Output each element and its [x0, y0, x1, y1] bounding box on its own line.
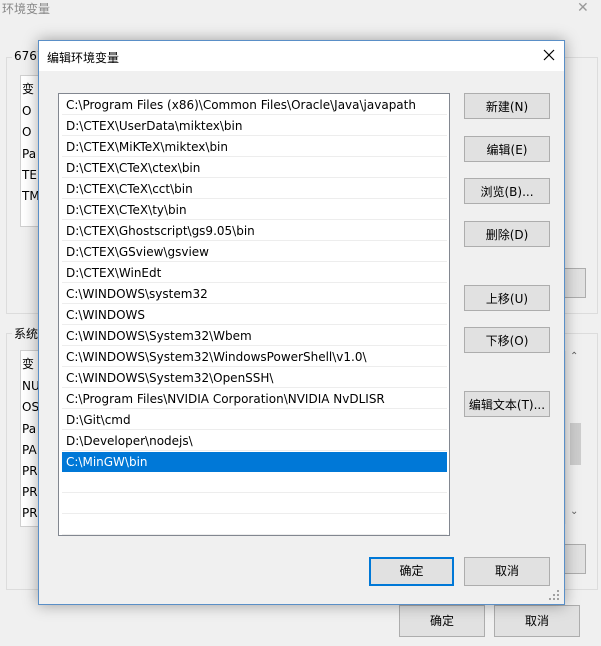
list-item[interactable]: C:\WINDOWS: [62, 305, 447, 325]
ok-button[interactable]: 确定: [369, 557, 454, 586]
scroll-thumb[interactable]: [570, 423, 581, 465]
list-item[interactable]: PA: [22, 440, 37, 460]
scroll-up-icon[interactable]: ⌃: [570, 351, 578, 362]
edit-env-dialog: 编辑环境变量 C:\Program Files (x86)\Common Fil…: [38, 40, 565, 605]
list-item[interactable]: D:\CTEX\WinEdt: [62, 263, 447, 283]
list-item[interactable]: O: [22, 122, 31, 142]
list-item[interactable]: C:\Program Files\NVIDIA Corporation\NVID…: [62, 389, 447, 409]
empty-row: [62, 473, 447, 493]
list-item[interactable]: Pa: [22, 144, 36, 164]
list-item[interactable]: D:\CTEX\MiKTeX\miktex\bin: [62, 137, 447, 157]
browse-button[interactable]: 浏览(B)...: [464, 178, 550, 204]
list-item[interactable]: Pa: [22, 419, 36, 439]
scroll-down-icon[interactable]: ⌄: [570, 506, 578, 517]
list-item[interactable]: C:\Program Files (x86)\Common Files\Orac…: [62, 95, 447, 115]
list-item[interactable]: TE: [22, 165, 37, 185]
user-variables-list[interactable]: 变 O O Pa TE TM: [20, 75, 40, 227]
system-variables-list[interactable]: 变 NU OS Pa PA PR PR PR: [20, 350, 40, 527]
list-item[interactable]: C:\WINDOWS\system32: [62, 284, 447, 304]
move-down-button[interactable]: 下移(O): [464, 327, 550, 353]
parent-user-button[interactable]: [562, 268, 586, 298]
dialog-title: 编辑环境变量: [47, 51, 120, 65]
parent-close-icon[interactable]: ✕: [577, 0, 589, 16]
resize-grip-icon[interactable]: [548, 589, 560, 601]
parent-window-title: 环境变量: [2, 2, 51, 16]
list-item[interactable]: C:\WINDOWS\System32\WindowsPowerShell\v1…: [62, 347, 447, 367]
list-item[interactable]: PR: [22, 503, 38, 523]
new-button[interactable]: 新建(N): [464, 93, 550, 119]
user-list-header: 变: [22, 82, 35, 96]
system-list-scrollbar[interactable]: ⌃ ⌄: [565, 351, 584, 524]
list-item[interactable]: D:\CTEX\GSview\gsview: [62, 242, 447, 262]
delete-button[interactable]: 删除(D): [464, 221, 550, 247]
list-item[interactable]: PR: [22, 482, 38, 502]
close-icon[interactable]: [538, 44, 560, 66]
dialog-titlebar: 编辑环境变量: [39, 41, 564, 71]
parent-cancel-button[interactable]: 取消: [494, 605, 580, 637]
list-item[interactable]: D:\CTEX\CTeX\ty\bin: [62, 200, 447, 220]
list-item[interactable]: D:\CTEX\UserData\miktex\bin: [62, 116, 447, 136]
list-item[interactable]: PR: [22, 461, 38, 481]
system-variables-label: 系统: [12, 325, 41, 342]
system-list-header: 变: [22, 357, 35, 371]
edit-button[interactable]: 编辑(E): [464, 136, 550, 162]
list-item[interactable]: C:\WINDOWS\System32\Wbem: [62, 326, 447, 346]
cancel-button[interactable]: 取消: [464, 557, 550, 586]
list-item[interactable]: D:\CTEX\Ghostscript\gs9.05\bin: [62, 221, 447, 241]
empty-row: [62, 494, 447, 514]
list-item[interactable]: D:\Developer\nodejs\: [62, 431, 447, 451]
list-item[interactable]: O: [22, 101, 31, 121]
list-item[interactable]: D:\CTEX\CTeX\ctex\bin: [62, 158, 447, 178]
list-item[interactable]: C:\MinGW\bin: [62, 452, 447, 472]
list-item[interactable]: D:\CTEX\CTeX\cct\bin: [62, 179, 447, 199]
path-list[interactable]: C:\Program Files (x86)\Common Files\Orac…: [58, 93, 450, 536]
edit-text-button[interactable]: 编辑文本(T)...: [464, 391, 550, 417]
parent-ok-button[interactable]: 确定: [399, 605, 485, 637]
list-item[interactable]: D:\Git\cmd: [62, 410, 447, 430]
move-up-button[interactable]: 上移(U): [464, 285, 550, 311]
list-item[interactable]: C:\WINDOWS\System32\OpenSSH\: [62, 368, 447, 388]
parent-system-button[interactable]: [562, 544, 586, 574]
empty-row: [62, 515, 447, 535]
list-item[interactable]: OS: [22, 397, 39, 417]
